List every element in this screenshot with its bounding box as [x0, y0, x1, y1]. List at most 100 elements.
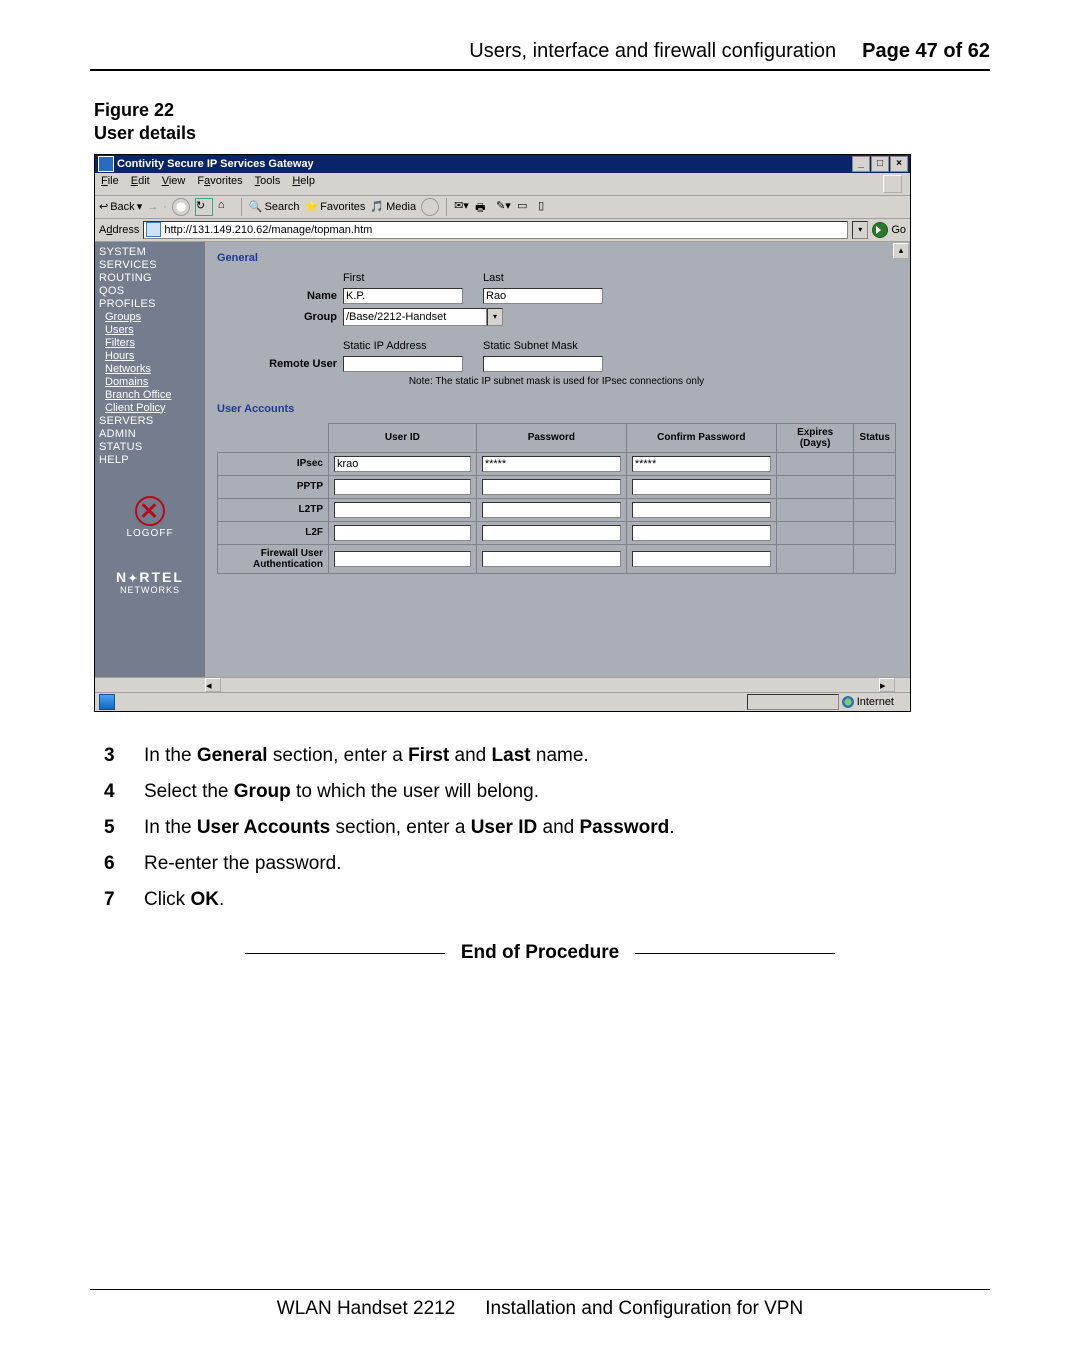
pptp-password-field[interactable] [482, 479, 621, 495]
media-button[interactable]: 🎵 Media [370, 200, 416, 213]
toolbar-separator-2 [446, 198, 447, 216]
menu-tools[interactable]: Tools [255, 175, 281, 193]
minimize-button[interactable]: _ [852, 156, 870, 172]
status-well [747, 694, 839, 710]
step-num: 5 [104, 810, 120, 846]
back-button[interactable]: ↩ Back ▾ [99, 200, 142, 213]
l2f-confirm-field[interactable] [632, 525, 771, 541]
ipsec-password-field[interactable] [482, 456, 621, 472]
l2tp-password-field[interactable] [482, 502, 621, 518]
home-icon[interactable]: ⌂ [218, 199, 234, 215]
forward-button[interactable]: → [147, 201, 158, 213]
l2tp-confirm-field[interactable] [632, 502, 771, 518]
stop-icon[interactable] [172, 198, 190, 216]
sidebar-link-branch[interactable]: Branch Office [105, 389, 199, 401]
sidebar: SYSTEM SERVICES ROUTING QOS PROFILES Gro… [95, 242, 205, 677]
step-text: Re-enter the password. [144, 846, 342, 882]
sidebar-link-networks[interactable]: Networks [105, 363, 199, 375]
sidebar-cat-routing[interactable]: ROUTING [99, 272, 199, 284]
sidebar-cat-profiles[interactable]: PROFILES [99, 298, 199, 310]
sidebar-link-groups[interactable]: Groups [105, 311, 199, 323]
maximize-button[interactable]: □ [871, 156, 889, 172]
first-name-field[interactable] [343, 288, 463, 304]
sidebar-link-hours[interactable]: Hours [105, 350, 199, 362]
table-row: L2F [218, 521, 896, 544]
ipsec-userid-field[interactable] [334, 456, 471, 472]
menu-help[interactable]: Help [292, 175, 315, 193]
step-text: Click OK. [144, 882, 224, 918]
table-row: L2TP [218, 498, 896, 521]
sidebar-link-filters[interactable]: Filters [105, 337, 199, 349]
l2tp-userid-field[interactable] [334, 502, 471, 518]
titlebar: Contivity Secure IP Services Gateway _ □… [95, 155, 910, 173]
url-input[interactable]: http://131.149.210.62/manage/topman.htm [143, 221, 848, 239]
last-name-field[interactable] [483, 288, 603, 304]
pptp-confirm-field[interactable] [632, 479, 771, 495]
menu-file[interactable]: FFileile [101, 175, 119, 193]
fw-confirm-field[interactable] [632, 551, 771, 567]
section-title: Users, interface and firewall configurat… [469, 40, 836, 63]
table-row: IPsec [218, 452, 896, 475]
app-icon [98, 156, 114, 172]
sidebar-cat-help[interactable]: HELP [99, 454, 199, 466]
edit-icon[interactable]: ✎▾ [496, 199, 512, 215]
favorites-button[interactable]: ⭐ Favorites [304, 200, 365, 213]
go-arrow-icon [872, 222, 888, 238]
sidebar-link-users[interactable]: Users [105, 324, 199, 336]
accounts-table: User ID Password Confirm Password Expire… [217, 423, 896, 574]
group-select[interactable]: /Base/2212-Handset ▾ [343, 308, 503, 326]
nortel-logo: N✦RTEL NETWORKS [101, 569, 199, 595]
pptp-userid-field[interactable] [334, 479, 471, 495]
hscroll-right[interactable]: ▸ [879, 678, 895, 692]
menubar: FFileile Edit View Favorites Tools Help [95, 173, 910, 195]
hscrollbar[interactable]: ◂ ▸ [95, 677, 910, 692]
ipsec-confirm-field[interactable] [632, 456, 771, 472]
discuss-icon[interactable]: ▭ [517, 199, 533, 215]
sidebar-cat-admin[interactable]: ADMIN [99, 428, 199, 440]
go-button[interactable]: Go [872, 222, 906, 238]
footer-doc: Installation and Configuration for VPN [485, 1298, 803, 1320]
group-value: /Base/2212-Handset [343, 308, 487, 326]
search-button[interactable]: 🔍 Search [249, 200, 300, 213]
subnet-field[interactable] [483, 356, 603, 372]
sidebar-link-domains[interactable]: Domains [105, 376, 199, 388]
menu-view[interactable]: View [162, 175, 186, 193]
step-text: In the General section, enter a First an… [144, 738, 589, 774]
mail-icon[interactable]: ✉▾ [454, 199, 470, 215]
l2f-userid-field[interactable] [334, 525, 471, 541]
sidebar-cat-qos[interactable]: QOS [99, 285, 199, 297]
scroll-up-button[interactable]: ▴ [893, 243, 909, 259]
col-expires: Expires (Days) [776, 423, 854, 452]
hscroll-left[interactable]: ◂ [205, 678, 221, 692]
table-row: PPTP [218, 475, 896, 498]
address-bar: Address http://131.149.210.62/manage/top… [95, 219, 910, 242]
security-zone: Internet [842, 696, 910, 708]
sidebar-cat-system[interactable]: SYSTEM [99, 246, 199, 258]
print-icon[interactable]: 🖶 [475, 199, 491, 215]
l2f-password-field[interactable] [482, 525, 621, 541]
section-general: General [217, 252, 896, 264]
fw-userid-field[interactable] [334, 551, 471, 567]
page-icon [146, 222, 161, 237]
refresh-icon[interactable]: ↻ [195, 198, 213, 216]
brand-throbber-icon [883, 175, 902, 193]
extra-icon[interactable]: ▯ [538, 199, 554, 215]
menu-edit[interactable]: Edit [131, 175, 150, 193]
url-dropdown[interactable]: ▾ [852, 221, 868, 239]
logoff-button[interactable]: LOGOFF [101, 496, 199, 539]
statusbar: Internet [95, 692, 910, 711]
figure-number: Figure 22 [94, 99, 990, 122]
sidebar-cat-services[interactable]: SERVICES [99, 259, 199, 271]
menu-favorites[interactable]: Favorites [197, 175, 242, 193]
sidebar-cat-servers[interactable]: SERVERS [99, 415, 199, 427]
close-button[interactable]: × [890, 156, 908, 172]
page-footer: WLAN Handset 2212 Installation and Confi… [90, 1281, 990, 1320]
static-ip-field[interactable] [343, 356, 463, 372]
fw-password-field[interactable] [482, 551, 621, 567]
sidebar-cat-status[interactable]: STATUS [99, 441, 199, 453]
eop-label: End of Procedure [461, 942, 619, 964]
history-icon[interactable] [421, 198, 439, 216]
group-dropdown-arrow-icon[interactable]: ▾ [487, 308, 503, 326]
sidebar-link-client-policy[interactable]: Client Policy [105, 402, 199, 414]
col-confirm: Confirm Password [626, 423, 776, 452]
